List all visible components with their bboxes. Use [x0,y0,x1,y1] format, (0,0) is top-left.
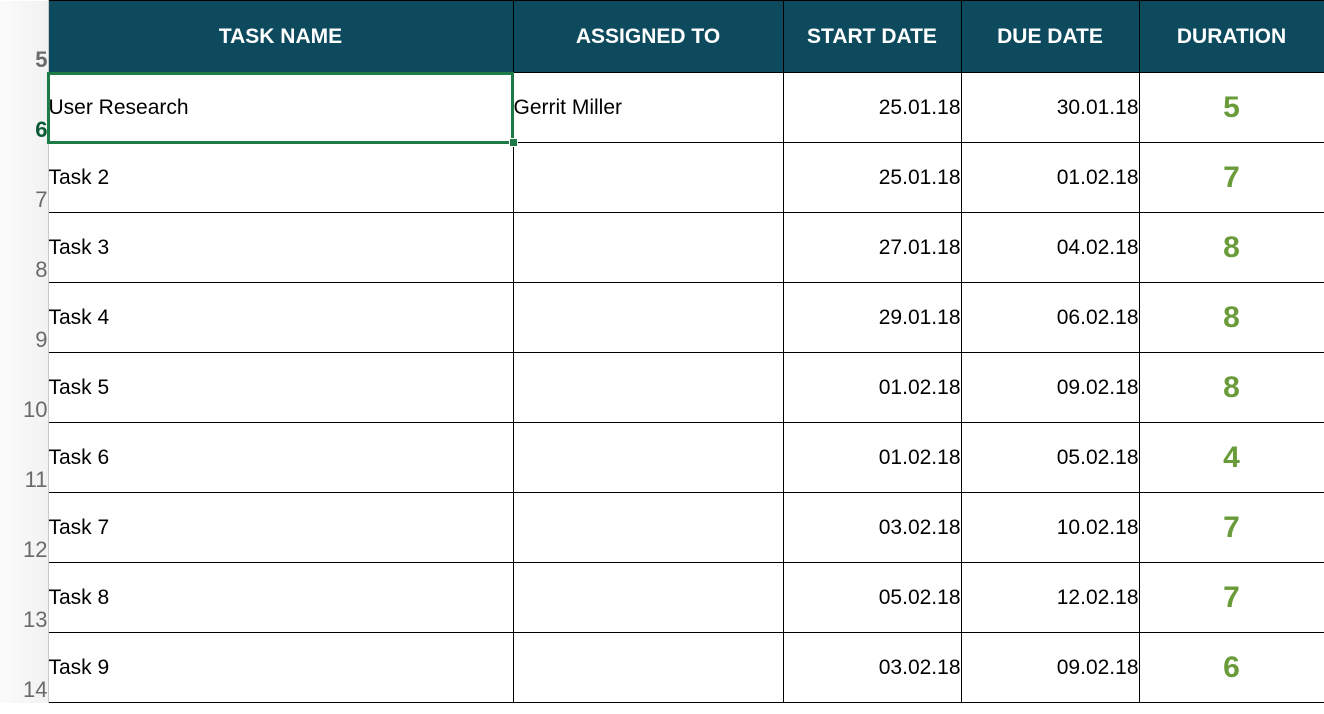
cell-start-date[interactable]: 03.02.18 [783,633,961,703]
cell-assigned-to[interactable] [513,213,783,283]
spreadsheet-view: 5 TASK NAME ASSIGNED TO START DATE DUE D… [0,0,1324,703]
cell-start-date[interactable]: 01.02.18 [783,423,961,493]
col-header-assigned[interactable]: ASSIGNED TO [513,1,783,73]
cell-duration[interactable]: 7 [1139,493,1324,563]
cell-task-name[interactable]: Task 3 [48,213,513,283]
row-number[interactable]: 9 [0,283,48,353]
cell-start-date[interactable]: 27.01.18 [783,213,961,283]
row-number[interactable]: 6 [0,73,48,143]
cell-assigned-to[interactable] [513,633,783,703]
table-row: 8Task 327.01.1804.02.188 [0,213,1324,283]
cell-due-date[interactable]: 01.02.18 [961,143,1139,213]
cell-task-name[interactable]: Task 9 [48,633,513,703]
cell-assigned-to[interactable] [513,143,783,213]
table-row: 7Task 225.01.1801.02.187 [0,143,1324,213]
col-header-due[interactable]: DUE DATE [961,1,1139,73]
cell-due-date[interactable]: 09.02.18 [961,353,1139,423]
col-header-duration[interactable]: DURATION [1139,1,1324,73]
row-number[interactable]: 8 [0,213,48,283]
col-header-start[interactable]: START DATE [783,1,961,73]
cell-task-name[interactable]: Task 7 [48,493,513,563]
cell-due-date[interactable]: 04.02.18 [961,213,1139,283]
row-number[interactable]: 7 [0,143,48,213]
row-number-header[interactable]: 5 [0,1,48,73]
cell-start-date[interactable]: 03.02.18 [783,493,961,563]
cell-duration[interactable]: 8 [1139,283,1324,353]
cell-due-date[interactable]: 30.01.18 [961,73,1139,143]
cell-task-name[interactable]: Task 8 [48,563,513,633]
cell-start-date[interactable]: 05.02.18 [783,563,961,633]
task-table: 5 TASK NAME ASSIGNED TO START DATE DUE D… [0,0,1324,703]
cell-task-name[interactable]: Task 2 [48,143,513,213]
table-row: 14Task 9 03.02.1809.02.186 [0,633,1324,703]
cell-duration[interactable]: 4 [1139,423,1324,493]
col-header-task[interactable]: TASK NAME [48,1,513,73]
cell-due-date[interactable]: 05.02.18 [961,423,1139,493]
table-row: 13Task 8 05.02.1812.02.187 [0,563,1324,633]
cell-start-date[interactable]: 01.02.18 [783,353,961,423]
header-row: 5 TASK NAME ASSIGNED TO START DATE DUE D… [0,1,1324,73]
row-number[interactable]: 11 [0,423,48,493]
cell-duration[interactable]: 6 [1139,633,1324,703]
table-row: 6User ResearchGerrit Miller25.01.1830.01… [0,73,1324,143]
cell-assigned-to[interactable]: Gerrit Miller [513,73,783,143]
cell-duration[interactable]: 8 [1139,213,1324,283]
table-row: 9Task 4 29.01.1806.02.188 [0,283,1324,353]
row-number[interactable]: 13 [0,563,48,633]
cell-assigned-to[interactable] [513,493,783,563]
cell-task-name[interactable]: Task 5 [48,353,513,423]
table-row: 12Task 7 03.02.1810.02.187 [0,493,1324,563]
cell-due-date[interactable]: 06.02.18 [961,283,1139,353]
cell-start-date[interactable]: 25.01.18 [783,73,961,143]
cell-task-name[interactable]: Task 4 [48,283,513,353]
table-row: 10Task 5 01.02.1809.02.188 [0,353,1324,423]
row-number[interactable]: 12 [0,493,48,563]
cell-duration[interactable]: 8 [1139,353,1324,423]
cell-assigned-to[interactable] [513,423,783,493]
cell-task-name[interactable]: Task 6 [48,423,513,493]
cell-due-date[interactable]: 09.02.18 [961,633,1139,703]
cell-duration[interactable]: 5 [1139,73,1324,143]
cell-due-date[interactable]: 10.02.18 [961,493,1139,563]
row-number[interactable]: 14 [0,633,48,703]
cell-duration[interactable]: 7 [1139,563,1324,633]
cell-start-date[interactable]: 25.01.18 [783,143,961,213]
cell-task-name[interactable]: User Research [48,73,513,143]
cell-assigned-to[interactable] [513,563,783,633]
cell-start-date[interactable]: 29.01.18 [783,283,961,353]
table-row: 11Task 6 01.02.1805.02.184 [0,423,1324,493]
cell-duration[interactable]: 7 [1139,143,1324,213]
cell-assigned-to[interactable] [513,353,783,423]
fill-handle[interactable] [509,138,518,147]
row-number[interactable]: 10 [0,353,48,423]
cell-due-date[interactable]: 12.02.18 [961,563,1139,633]
cell-assigned-to[interactable] [513,283,783,353]
